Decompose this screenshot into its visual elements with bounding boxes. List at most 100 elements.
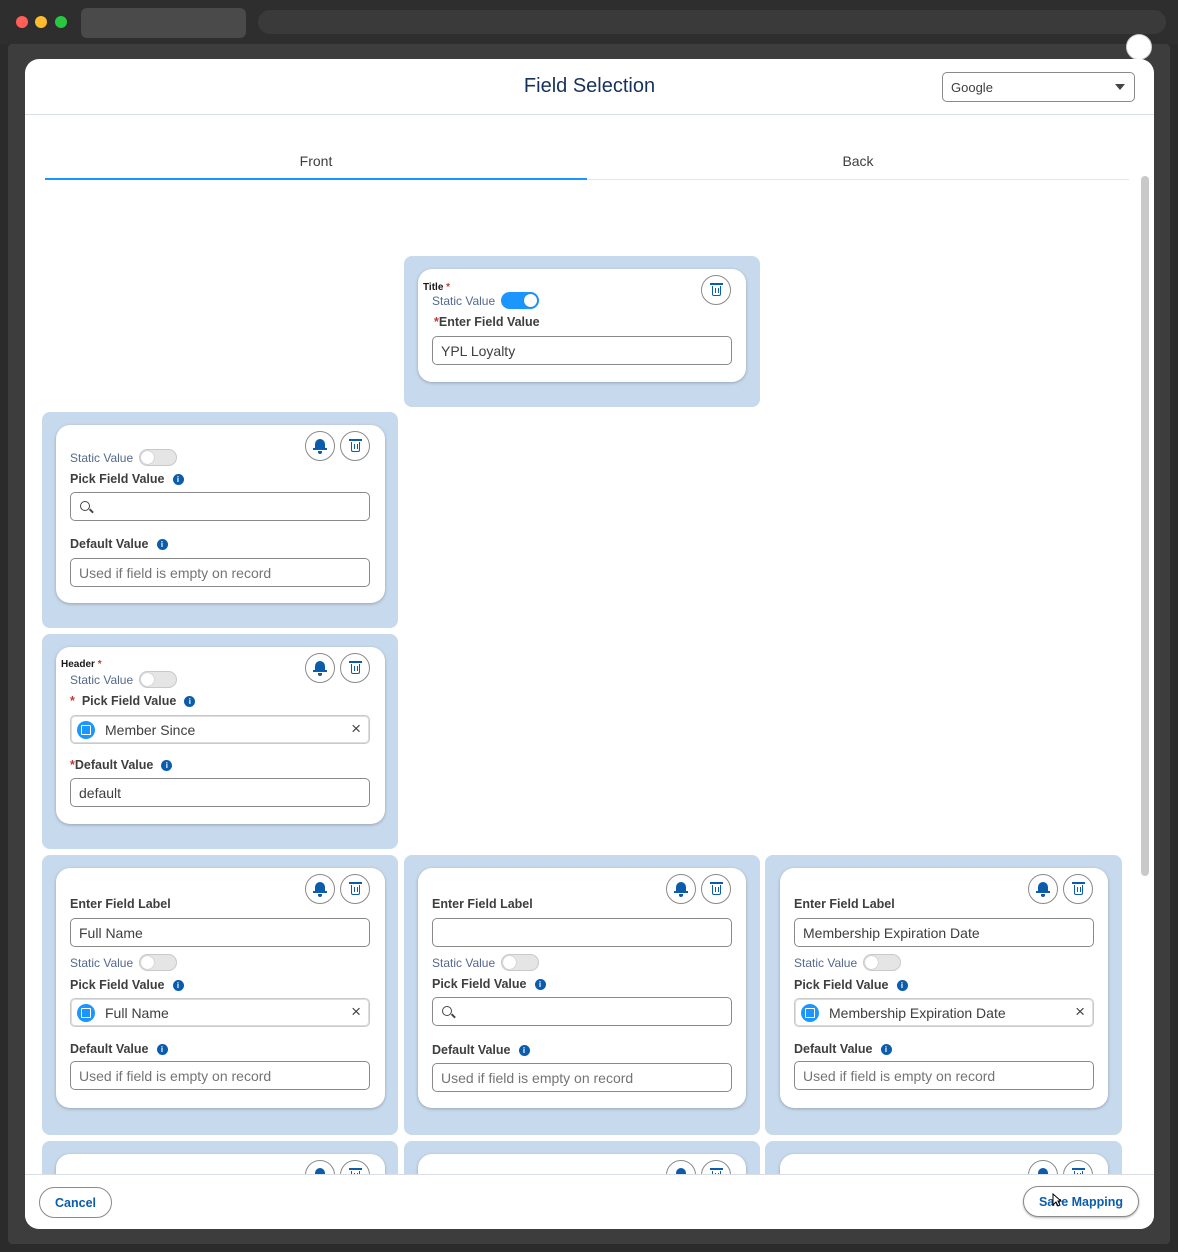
platform-select-value: Google bbox=[951, 80, 993, 95]
info-icon[interactable]: i bbox=[518, 1045, 530, 1057]
delete-button[interactable] bbox=[1063, 1160, 1093, 1174]
static-value-toggle[interactable] bbox=[501, 954, 539, 971]
field-label-input[interactable]: Membership Expiration Date bbox=[794, 918, 1094, 947]
static-value-label: Static Value bbox=[794, 956, 858, 970]
bell-icon bbox=[313, 439, 327, 454]
browser-tab[interactable] bbox=[81, 8, 246, 38]
modal-body: Front Back Title * Static Value *Enter F… bbox=[25, 116, 1154, 1174]
info-icon[interactable]: i bbox=[161, 760, 173, 772]
trash-icon bbox=[710, 283, 723, 296]
delete-button[interactable] bbox=[340, 431, 370, 461]
overlay-close-button[interactable] bbox=[1126, 34, 1152, 60]
field-type-icon bbox=[77, 1004, 95, 1022]
static-value-toggle[interactable] bbox=[139, 954, 177, 971]
info-icon[interactable]: i bbox=[896, 980, 908, 992]
enter-field-label-label: Enter Field Label bbox=[432, 897, 533, 911]
delete-button[interactable] bbox=[340, 1160, 370, 1174]
default-value-label: Default Value i bbox=[432, 1043, 530, 1057]
pick-field-value-label: * Pick Field Value i bbox=[70, 694, 196, 708]
delete-button[interactable] bbox=[340, 874, 370, 904]
trash-icon bbox=[710, 882, 723, 895]
default-value-input[interactable]: Used if field is empty on record bbox=[794, 1061, 1094, 1090]
scrollbar[interactable] bbox=[1141, 176, 1149, 876]
static-value-toggle[interactable] bbox=[501, 292, 539, 309]
static-value-label: Static Value bbox=[70, 673, 134, 687]
clear-icon[interactable]: × bbox=[351, 1002, 361, 1022]
pick-field-search[interactable] bbox=[432, 997, 732, 1026]
clear-icon[interactable]: × bbox=[1075, 1002, 1085, 1022]
notify-button[interactable] bbox=[666, 1160, 696, 1174]
info-icon[interactable]: i bbox=[534, 979, 546, 991]
picked-field-pill[interactable]: Member Since × bbox=[70, 715, 370, 744]
delete-button[interactable] bbox=[701, 275, 731, 305]
tab-front[interactable]: Front bbox=[45, 153, 587, 169]
info-icon[interactable]: i bbox=[172, 474, 184, 486]
field-label-input[interactable] bbox=[432, 918, 732, 947]
notify-button[interactable] bbox=[305, 1160, 335, 1174]
pick-field-value-label: Pick Field Value i bbox=[794, 978, 908, 992]
default-value-label: Default Value i bbox=[70, 1042, 168, 1056]
delete-button[interactable] bbox=[340, 653, 370, 683]
maximize-window-icon[interactable] bbox=[55, 16, 67, 28]
active-tab-indicator bbox=[45, 178, 587, 180]
tab-back[interactable]: Back bbox=[587, 153, 1129, 169]
field-card-empty: Enter Field Label Static Value Pick Fiel… bbox=[418, 868, 746, 1108]
static-value-label: Static Value bbox=[432, 956, 496, 970]
bell-icon bbox=[674, 882, 688, 897]
notify-button[interactable] bbox=[666, 874, 696, 904]
save-mapping-button[interactable]: Save Mapping bbox=[1023, 1186, 1139, 1217]
picked-field-pill[interactable]: Full Name × bbox=[70, 998, 370, 1027]
browser-chrome bbox=[0, 0, 1178, 44]
picked-field-pill[interactable]: Membership Expiration Date × bbox=[794, 998, 1094, 1027]
info-icon[interactable]: i bbox=[880, 1044, 892, 1056]
info-icon[interactable]: i bbox=[172, 980, 184, 992]
default-value-label: *Default Value i bbox=[70, 758, 173, 772]
static-value-label: Static Value bbox=[70, 956, 134, 970]
clear-icon[interactable]: × bbox=[351, 719, 361, 739]
default-value-input[interactable]: default bbox=[70, 778, 370, 807]
static-value-label: Static Value bbox=[70, 451, 134, 465]
pick-field-value-label: Pick Field Value i bbox=[432, 977, 546, 991]
delete-button[interactable] bbox=[701, 874, 731, 904]
modal-header: Field Selection Google bbox=[25, 59, 1154, 115]
search-icon bbox=[80, 501, 90, 511]
mouse-cursor-icon bbox=[1052, 1193, 1062, 1207]
modal-footer: Cancel Save Mapping bbox=[25, 1174, 1154, 1229]
delete-button[interactable] bbox=[1063, 874, 1093, 904]
pick-field-search[interactable] bbox=[70, 492, 370, 521]
trash-icon bbox=[349, 882, 362, 895]
static-value-toggle[interactable] bbox=[139, 449, 177, 466]
pick-field-value-label: Pick Field Value i bbox=[70, 978, 184, 992]
tab-divider bbox=[587, 179, 1129, 180]
platform-select[interactable]: Google bbox=[942, 72, 1135, 102]
delete-button[interactable] bbox=[701, 1160, 731, 1174]
info-icon[interactable]: i bbox=[156, 1044, 168, 1056]
cancel-button[interactable]: Cancel bbox=[39, 1187, 112, 1218]
default-value-input[interactable]: Used if field is empty on record bbox=[70, 1061, 370, 1090]
enter-field-label-label: Enter Field Label bbox=[794, 897, 895, 911]
trash-icon bbox=[349, 439, 362, 452]
chevron-down-icon bbox=[1115, 84, 1125, 90]
address-bar[interactable] bbox=[258, 10, 1166, 34]
picked-field-value: Membership Expiration Date bbox=[829, 1005, 1006, 1021]
trash-icon bbox=[1072, 882, 1085, 895]
field-card: Enter Field Label bbox=[418, 1154, 746, 1174]
close-window-icon[interactable] bbox=[16, 16, 28, 28]
notify-button[interactable] bbox=[305, 653, 335, 683]
field-value-input[interactable]: YPL Loyalty bbox=[432, 336, 732, 365]
default-value-input[interactable]: Used if field is empty on record bbox=[432, 1063, 732, 1092]
info-icon[interactable]: i bbox=[184, 696, 196, 708]
static-value-toggle[interactable] bbox=[139, 671, 177, 688]
field-label-input[interactable]: Full Name bbox=[70, 918, 370, 947]
notify-button[interactable] bbox=[1028, 874, 1058, 904]
notify-button[interactable] bbox=[1028, 1160, 1058, 1174]
minimize-window-icon[interactable] bbox=[35, 16, 47, 28]
default-value-label: Default Value i bbox=[70, 537, 168, 551]
notify-button[interactable] bbox=[305, 431, 335, 461]
default-value-input[interactable]: Used if field is empty on record bbox=[70, 558, 370, 587]
picked-field-value: Member Since bbox=[105, 722, 196, 738]
field-card: Enter Field Label bbox=[56, 1154, 385, 1174]
notify-button[interactable] bbox=[305, 874, 335, 904]
info-icon[interactable]: i bbox=[156, 539, 168, 551]
static-value-toggle[interactable] bbox=[863, 954, 901, 971]
